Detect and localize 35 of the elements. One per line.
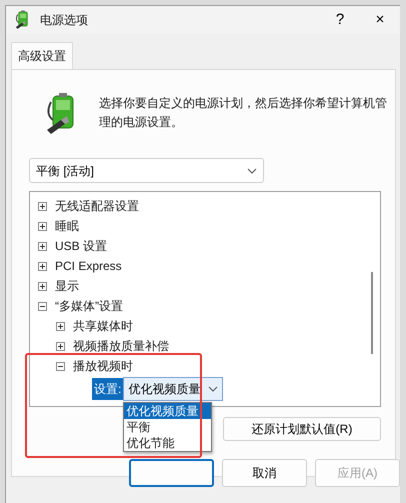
setting-dropdown[interactable]: 优化视频质量: [123, 377, 224, 401]
description-text: 选择你要自定义的电源计划，然后选择你希望计算机管理的电源设置。: [99, 95, 388, 131]
expand-icon[interactable]: [38, 202, 47, 210]
restore-defaults-button[interactable]: 还原计划默认值(R): [223, 417, 381, 441]
dialog-button[interactable]: 取消: [222, 459, 307, 487]
tree-item[interactable]: 无线适配器设置: [55, 197, 139, 215]
expand-icon[interactable]: [56, 322, 65, 330]
plan-dropdown[interactable]: 平衡 [活动]: [29, 158, 264, 183]
expand-icon[interactable]: [38, 262, 47, 270]
tree-item[interactable]: 睡眠: [55, 217, 79, 235]
chevron-down-icon: [208, 386, 218, 392]
chevron-down-icon: [247, 168, 257, 174]
tree-item[interactable]: “多媒体”设置: [55, 297, 123, 315]
window-title: 电源选项: [40, 12, 89, 29]
ok-button[interactable]: [129, 459, 214, 487]
help-button[interactable]: ?: [320, 6, 360, 34]
tree-item[interactable]: PCI Express: [55, 257, 122, 275]
tree-item[interactable]: 播放视频时: [73, 357, 133, 375]
tree-item[interactable]: USB 设置: [55, 237, 108, 255]
close-button[interactable]: ×: [360, 6, 400, 34]
tree-item[interactable]: 视频播放质量补偿: [73, 337, 169, 355]
collapse-icon[interactable]: [38, 302, 47, 310]
dropdown-option[interactable]: 优化视频质量: [124, 403, 212, 419]
tab[interactable]: 高级设置: [11, 42, 73, 69]
tree-item[interactable]: 显示: [55, 277, 79, 295]
expand-icon[interactable]: [38, 282, 47, 290]
scrollbar-thumb[interactable]: [371, 272, 373, 354]
setting-label: 设置:: [92, 378, 124, 400]
dropdown-option[interactable]: 优化节能: [124, 435, 212, 451]
collapse-icon[interactable]: [56, 362, 65, 370]
tree-item[interactable]: 共享媒体时: [73, 317, 133, 335]
dropdown-option[interactable]: 平衡: [124, 419, 212, 435]
expand-icon[interactable]: [38, 242, 47, 250]
expand-icon[interactable]: [56, 342, 65, 350]
expand-icon[interactable]: [38, 222, 47, 230]
